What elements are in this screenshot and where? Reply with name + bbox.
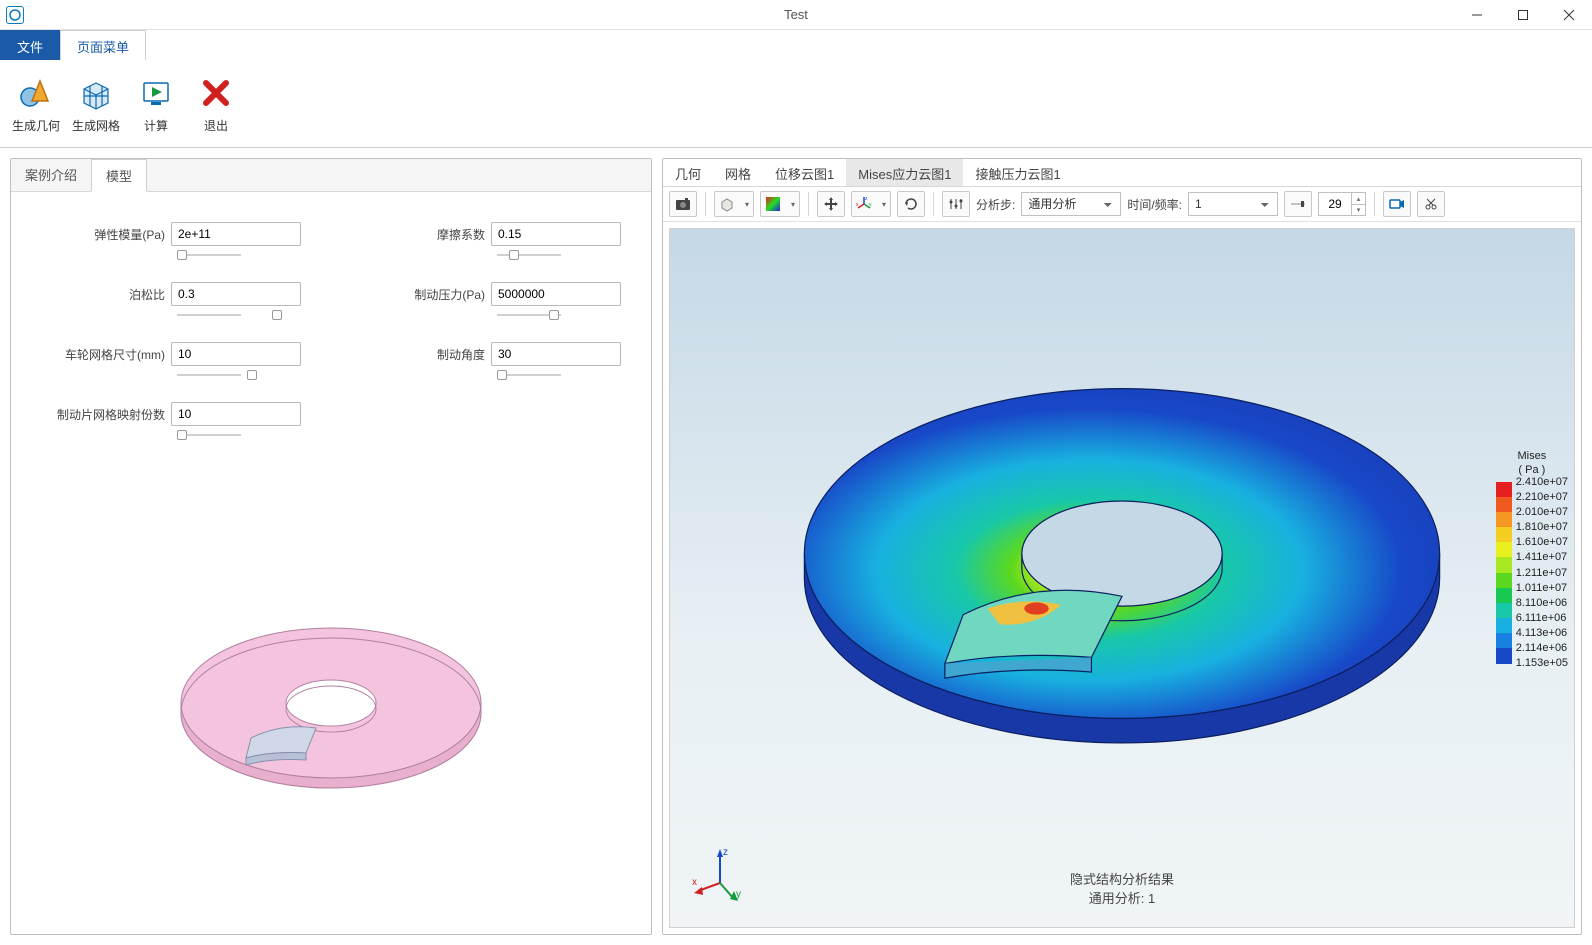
tab-geometry[interactable]: 几何 bbox=[663, 159, 713, 186]
slider-brake-angle[interactable] bbox=[497, 372, 621, 378]
input-friction-coeff[interactable] bbox=[491, 222, 621, 246]
slider-brake-pressure[interactable] bbox=[497, 312, 621, 318]
menu-page[interactable]: 页面菜单 bbox=[60, 30, 146, 60]
ribbon: 生成几何 生成网格 计算 退出 bbox=[0, 60, 1592, 148]
tab-intro[interactable]: 案例介绍 bbox=[11, 159, 91, 191]
menubar: 文件 页面菜单 bbox=[0, 30, 1592, 60]
result-caption: 隐式结构分析结果 通用分析: 1 bbox=[1070, 869, 1174, 907]
settings-button[interactable] bbox=[942, 191, 970, 217]
render-mode-dropdown[interactable]: ▾ bbox=[714, 191, 754, 217]
field-brake-angle: 制动角度 bbox=[361, 342, 621, 366]
axis-triad: z x y bbox=[690, 843, 750, 903]
tab-displacement[interactable]: 位移云图1 bbox=[763, 159, 846, 186]
svg-text:z: z bbox=[865, 196, 868, 202]
form-area: 弹性模量(Pa) 摩擦系数 泊松比 bbox=[11, 192, 651, 472]
input-brake-angle[interactable] bbox=[491, 342, 621, 366]
vis-toolbar: ▾ ▾ zxy▾ 分析步: 通用分析 时间/频率: 1 ▴▾ bbox=[663, 187, 1581, 222]
result-viewer[interactable]: z x y 隐式结构分析结果 通用分析: 1 Mises ( Pa ) 2.41… bbox=[669, 228, 1575, 928]
titlebar: Test bbox=[0, 0, 1592, 30]
compute-icon bbox=[136, 73, 176, 113]
field-elastic-modulus: 弹性模量(Pa) bbox=[41, 222, 301, 246]
exit-button[interactable]: 退出 bbox=[192, 73, 240, 134]
rotate-button[interactable] bbox=[897, 191, 925, 217]
tab-mesh[interactable]: 网格 bbox=[713, 159, 763, 186]
field-friction-coeff: 摩擦系数 bbox=[361, 222, 621, 246]
input-poisson[interactable] bbox=[171, 282, 301, 306]
exit-icon bbox=[196, 73, 236, 113]
left-panel: 案例介绍 模型 弹性模量(Pa) 摩擦系数 bbox=[10, 158, 652, 935]
slider-pad-mesh-map-count[interactable] bbox=[177, 432, 301, 438]
right-panel: 几何 网格 位移云图1 Mises应力云图1 接触压力云图1 ▾ ▾ zxy▾ … bbox=[662, 158, 1582, 935]
svg-text:y: y bbox=[736, 889, 741, 900]
clip-button[interactable] bbox=[1417, 191, 1445, 217]
svg-text:z: z bbox=[723, 847, 728, 858]
input-brake-pressure[interactable] bbox=[491, 282, 621, 306]
gen-mesh-button[interactable]: 生成网格 bbox=[72, 73, 120, 134]
analysis-step-select[interactable]: 通用分析 bbox=[1021, 192, 1121, 216]
pan-button[interactable] bbox=[817, 191, 845, 217]
slider-wheel-mesh-size[interactable] bbox=[177, 372, 301, 378]
input-elastic-modulus[interactable] bbox=[171, 222, 301, 246]
axis-dropdown[interactable]: zxy▾ bbox=[851, 191, 891, 217]
slider-elastic-modulus[interactable] bbox=[177, 252, 301, 258]
field-poisson: 泊松比 bbox=[41, 282, 301, 306]
tab-model[interactable]: 模型 bbox=[91, 159, 147, 192]
model-preview bbox=[11, 472, 651, 934]
video-button[interactable] bbox=[1383, 191, 1411, 217]
gen-geometry-button[interactable]: 生成几何 bbox=[12, 73, 60, 134]
slider-poisson[interactable] bbox=[177, 312, 301, 318]
input-pad-mesh-map-count[interactable] bbox=[171, 402, 301, 426]
color-legend: Mises ( Pa ) 2.410e+072.210e+072.010e+07… bbox=[1496, 449, 1568, 671]
minimize-button[interactable] bbox=[1454, 0, 1500, 30]
frame-spinner[interactable]: ▴▾ bbox=[1318, 192, 1366, 216]
svg-text:x: x bbox=[692, 877, 697, 888]
mesh-icon bbox=[76, 73, 116, 113]
geometry-icon bbox=[16, 73, 56, 113]
analysis-step-label: 分析步: bbox=[976, 196, 1015, 213]
colormap-dropdown[interactable]: ▾ bbox=[760, 191, 800, 217]
tab-mises[interactable]: Mises应力云图1 bbox=[846, 159, 963, 186]
menu-file[interactable]: 文件 bbox=[0, 30, 60, 60]
slider-friction-coeff[interactable] bbox=[497, 252, 621, 258]
time-freq-select[interactable]: 1 bbox=[1188, 192, 1278, 216]
app-icon bbox=[6, 6, 24, 24]
input-wheel-mesh-size[interactable] bbox=[171, 342, 301, 366]
window-title: Test bbox=[0, 7, 1592, 22]
field-pad-mesh-map-count: 制动片网格映射份数 bbox=[41, 402, 301, 426]
maximize-button[interactable] bbox=[1500, 0, 1546, 30]
field-wheel-mesh-size: 车轮网格尺寸(mm) bbox=[41, 342, 301, 366]
compute-button[interactable]: 计算 bbox=[132, 73, 180, 134]
slider-button[interactable] bbox=[1284, 191, 1312, 217]
time-freq-label: 时间/频率: bbox=[1127, 196, 1182, 213]
tab-contact-pressure[interactable]: 接触压力云图1 bbox=[963, 159, 1072, 186]
close-button[interactable] bbox=[1546, 0, 1592, 30]
camera-button[interactable] bbox=[669, 191, 697, 217]
field-brake-pressure: 制动压力(Pa) bbox=[361, 282, 621, 306]
svg-text:y: y bbox=[869, 202, 872, 208]
